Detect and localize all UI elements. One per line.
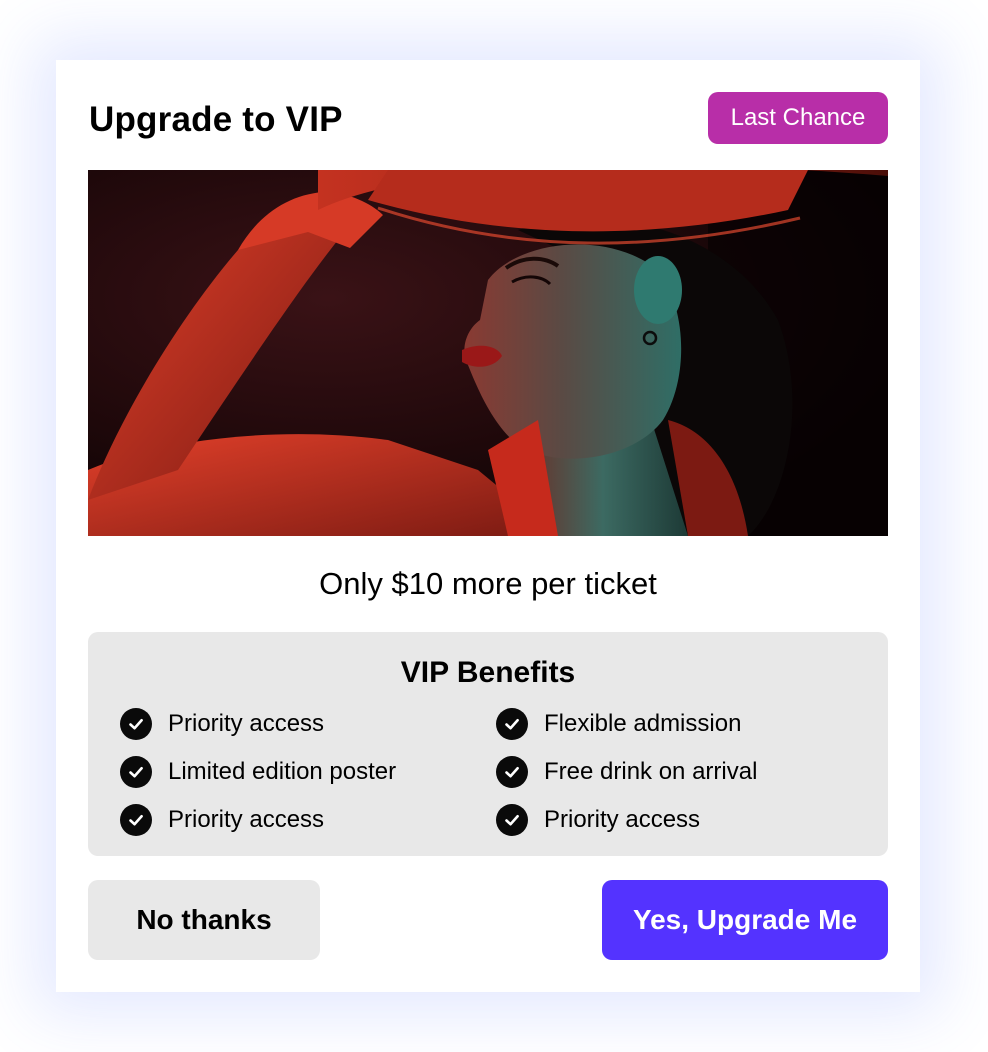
benefits-panel: VIP Benefits Priority access Flexible ad… xyxy=(88,632,888,856)
checkmark-circle-icon xyxy=(496,804,528,836)
benefit-item: Priority access xyxy=(120,804,496,836)
checkmark-circle-icon xyxy=(120,708,152,740)
benefit-item: Limited edition poster xyxy=(120,756,496,788)
benefit-label: Flexible admission xyxy=(544,710,742,737)
upgrade-button[interactable]: Yes, Upgrade Me xyxy=(602,880,888,960)
benefit-label: Priority access xyxy=(168,710,325,737)
checkmark-circle-icon xyxy=(496,708,528,740)
benefit-label: Priority access xyxy=(544,806,701,833)
hero-image xyxy=(88,170,888,536)
benefit-item: Free drink on arrival xyxy=(496,756,872,788)
checkmark-circle-icon xyxy=(496,756,528,788)
checkmark-circle-icon xyxy=(120,804,152,836)
benefits-title: VIP Benefits xyxy=(400,656,576,689)
benefit-label: Priority access xyxy=(168,806,325,833)
benefit-item: Priority access xyxy=(120,708,496,740)
benefit-list: Priority access Flexible admission Limit… xyxy=(120,708,872,852)
benefit-label: Free drink on arrival xyxy=(544,758,758,785)
no-thanks-button[interactable]: No thanks xyxy=(88,880,320,960)
benefit-label: Limited edition poster xyxy=(168,758,397,785)
upgrade-dialog: Upgrade to VIP Last Chance Only $10 more… xyxy=(56,60,920,992)
benefit-item: Flexible admission xyxy=(496,708,872,740)
price-text: Only $10 more per ticket xyxy=(319,566,657,601)
checkmark-circle-icon xyxy=(120,756,152,788)
dialog-title: Upgrade to VIP xyxy=(89,100,343,139)
last-chance-badge: Last Chance xyxy=(708,92,888,144)
benefit-item: Priority access xyxy=(496,804,872,836)
